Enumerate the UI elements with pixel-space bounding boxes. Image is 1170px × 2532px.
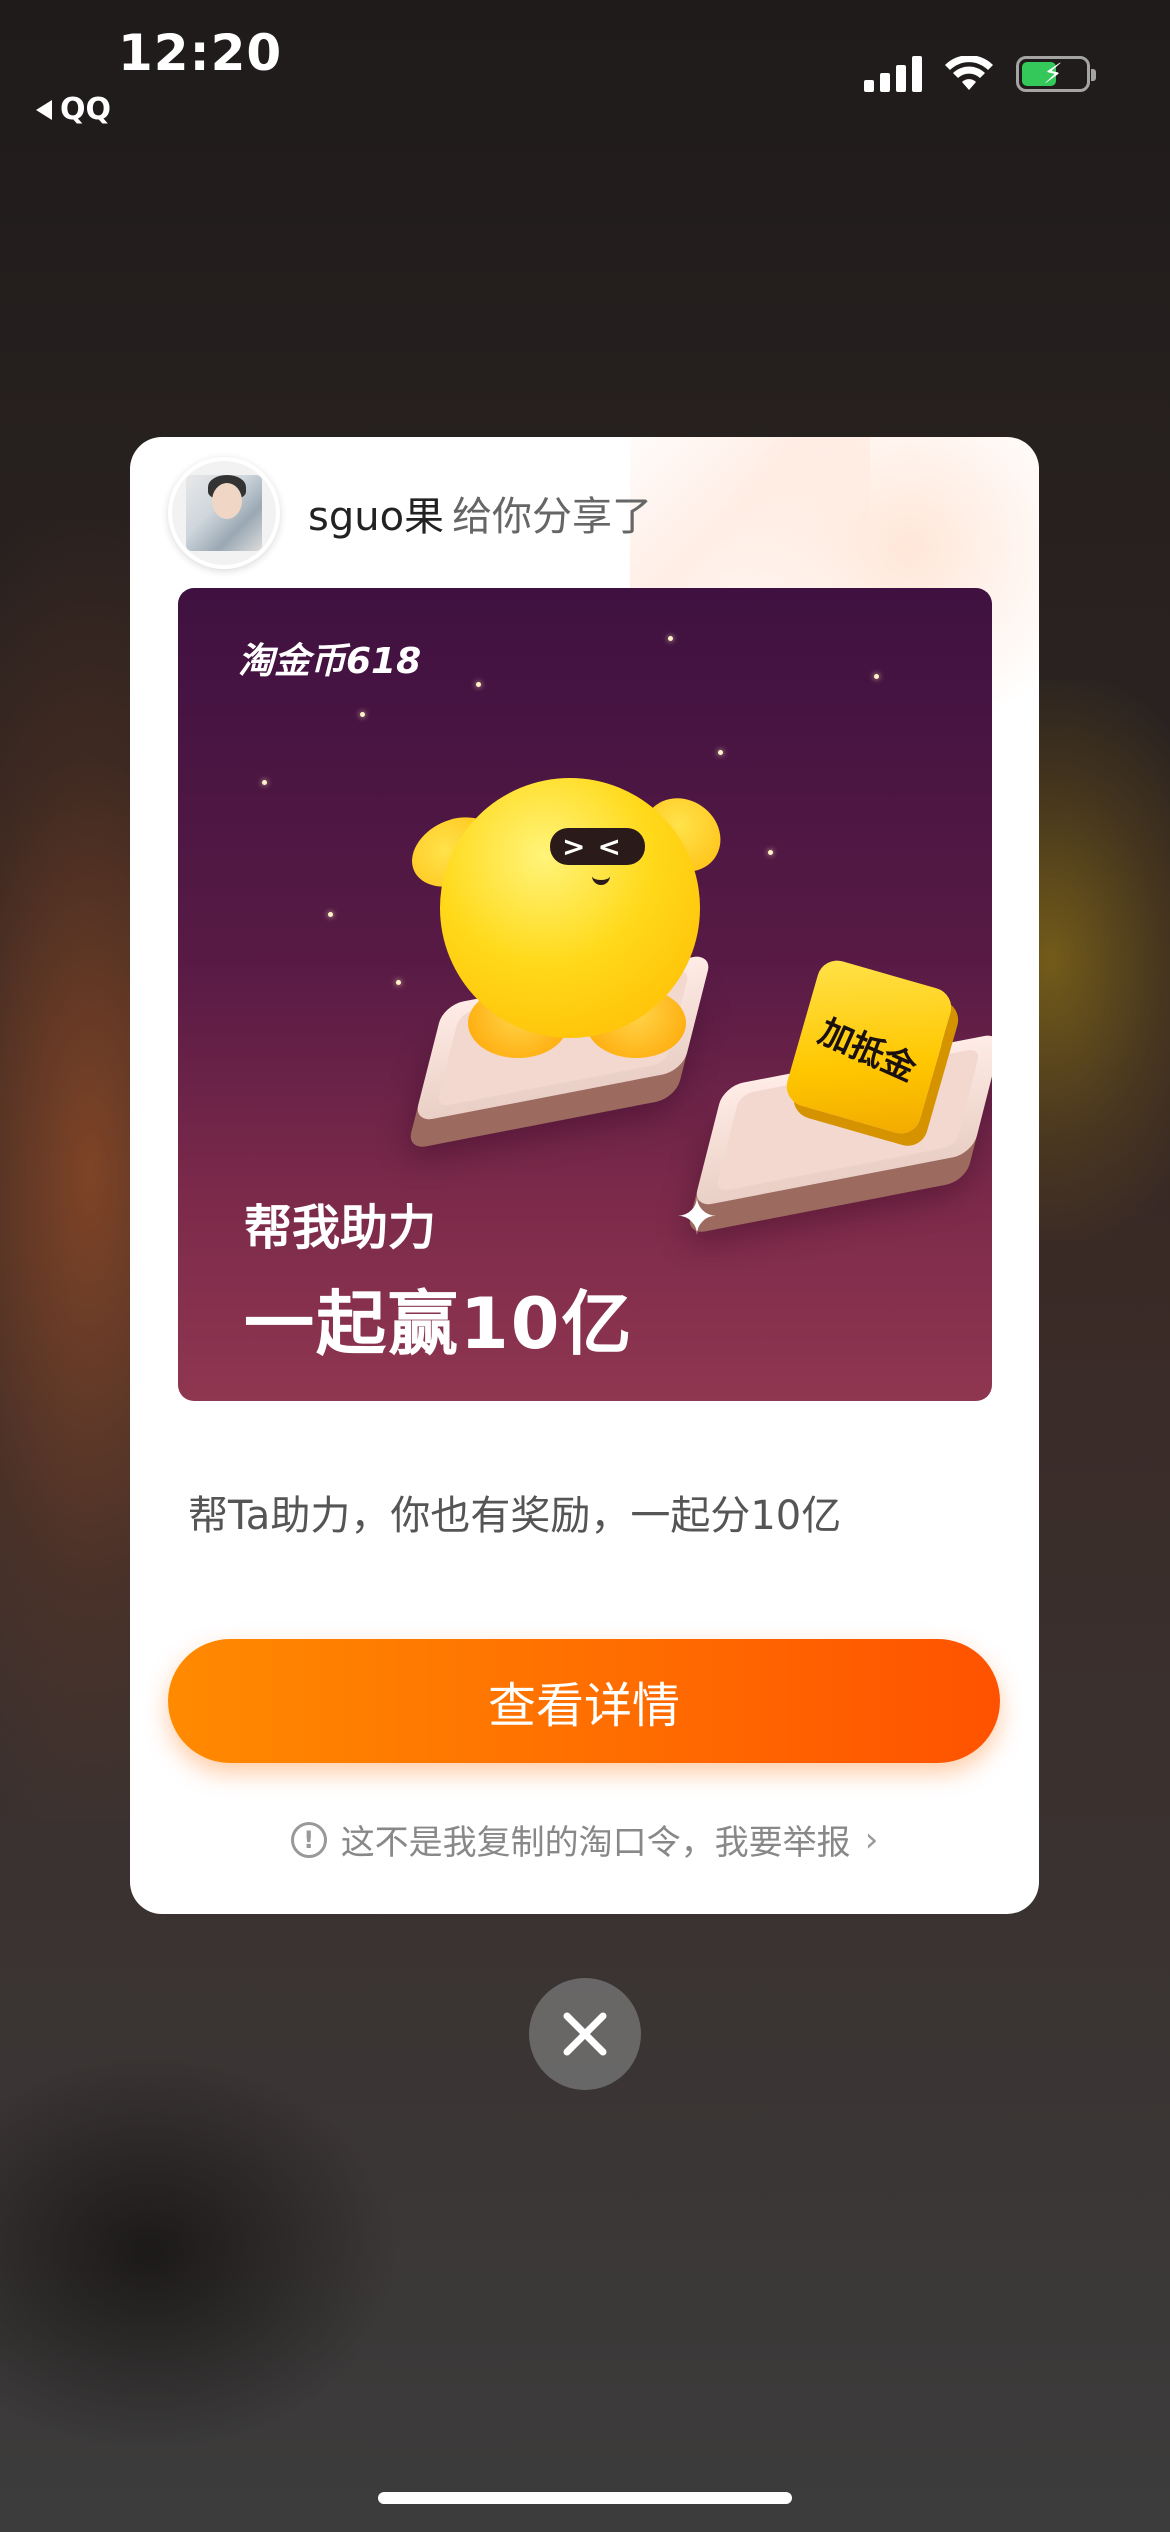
star-decoration [476,682,481,687]
poster-headline: 帮我助力 一起赢10亿 [244,1188,633,1369]
avatar-face [212,483,242,519]
view-details-label: 查看详情 [487,1678,680,1734]
status-icons: ⚡ [864,56,1096,92]
star-decoration [328,912,333,917]
back-triangle-icon [36,99,52,120]
poster-headline-line1: 帮我助力 [244,1200,437,1256]
promo-poster[interactable]: 淘金币618 >< 加抵金 帮我助力 一起赢10亿 ✦ [178,588,992,1401]
exclamation-circle-icon: ! [290,1821,327,1858]
mascot-illustration [440,778,700,1038]
cellular-signal-icon [864,56,922,92]
poster-headline-line2: 一起赢10亿 [244,1283,634,1365]
sparkle-icon: ✦ [676,1188,718,1246]
share-description: 帮Ta助力，你也有奖励，一起分10亿 [188,1493,842,1539]
background-shadow-bottom [0,2052,400,2452]
star-decoration [396,980,401,985]
star-decoration [718,750,723,755]
share-text: sguo果 给你分享了 [308,484,652,542]
star-decoration [360,712,365,717]
close-icon [563,2012,607,2056]
card-decoration-stripe [630,437,870,597]
view-details-button[interactable]: 查看详情 [168,1639,1000,1763]
close-button[interactable] [529,1978,641,2090]
star-decoration [668,636,673,641]
poster-brand: 淘金币618 [238,641,422,682]
report-link[interactable]: ! 这不是我复制的淘口令，我要举报 › [130,1815,1039,1864]
avatar[interactable] [168,457,280,569]
wifi-icon [945,56,993,90]
coupon-label: 加抵金 [812,1011,923,1090]
report-text: 这不是我复制的淘口令，我要举报 [340,1823,851,1863]
mascot-eyes: >< [550,828,645,865]
home-indicator[interactable] [378,2492,792,2504]
battery-nub [1091,69,1096,81]
back-to-app-button[interactable]: QQ [36,92,111,127]
charging-bolt-icon: ⚡ [1043,57,1063,90]
share-card: sguo果 给你分享了 淘金币618 >< 加抵金 帮我助力 一起赢10亿 ✦ … [130,437,1039,1914]
star-decoration [874,674,879,679]
screen: 12:20 QQ ⚡ sguo果 给你分享了 淘金币618 >< 加抵金 帮我助… [0,0,1170,2532]
star-decoration [768,850,773,855]
share-action-text: 给你分享了 [452,494,653,540]
back-app-label: QQ [60,92,112,127]
star-decoration [262,780,267,785]
status-bar: 12:20 QQ ⚡ [0,0,1170,140]
sharer-name: sguo果 [308,494,445,540]
battery-icon: ⚡ [1016,56,1096,92]
share-header: sguo果 给你分享了 [168,457,652,569]
chevron-right-icon: › [864,1819,879,1860]
status-time: 12:20 [118,24,283,82]
